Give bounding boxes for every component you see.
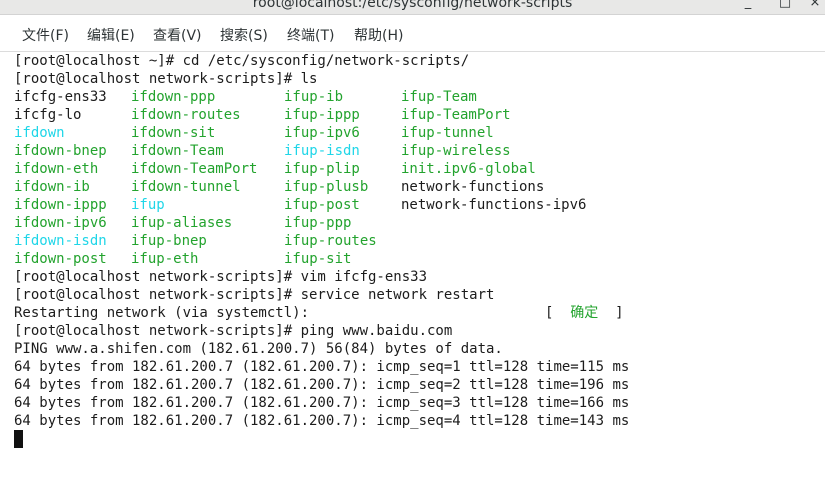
ls-entry: ifup-eth [131,251,199,267]
menu-search[interactable]: 搜索(S) [220,25,268,45]
status-close-bracket: ] [598,305,624,321]
terminal-window: Ee root@localhost:/etc/sysconfig/network… [0,0,825,504]
ls-entry: init.ipv6-global [401,161,536,177]
ls-entry: ifup-ipv6 [284,125,360,141]
status-open-bracket: [ [545,305,571,321]
ls-entry: ifup-post [284,197,360,213]
ls-entry: ifup-ib [284,89,344,105]
ls-entry: ifup-routes [284,233,377,249]
menu-bar: 文件(F) 编辑(E) 查看(V) 搜索(S) 终端(T) 帮助(H) [0,15,825,52]
ls-entry: ifcfg-ens33 [14,89,107,105]
ls-entry: ifup-isdn [284,143,360,159]
ls-entry: ifdown-eth [14,161,99,177]
ls-entry: ifup-ppp [284,215,352,231]
menu-help[interactable]: 帮助(H) [354,25,403,45]
ls-entry: ifup-Team [401,89,477,105]
ls-entry: ifdown-TeamPort [131,161,258,177]
ls-entry: ifdown-ippp [14,197,107,213]
window-title: root@localhost:/etc/sysconfig/network-sc… [252,0,573,11]
ls-entry: ifup-TeamPort [401,107,511,123]
status-ok-text: 确定 [570,305,599,321]
ls-entry: ifup-plusb [284,179,369,195]
minimize-button[interactable]: _ [738,0,758,12]
ls-entry: ifdown-bnep [14,143,107,159]
ls-entry: ifdown-tunnel [131,179,241,195]
ls-entry: ifup-wireless [401,143,511,159]
ls-entry: ifup-bnep [131,233,207,249]
ls-entry: ifup-ippp [284,107,360,123]
ls-entry: ifdown-ib [14,179,90,195]
maximize-button[interactable]: □ [775,0,795,12]
terminal-line: [root@localhost network-scripts]# ls [14,71,318,87]
ls-entry: ifdown-ppp [131,89,216,105]
ls-entry: ifdown [14,125,65,141]
ls-entry: ifdown-ipv6 [14,215,107,231]
menu-view[interactable]: 查看(V) [153,25,202,45]
terminal-line: 64 bytes from 182.61.200.7 (182.61.200.7… [14,359,630,375]
ls-entry: ifdown-routes [131,107,241,123]
terminal-line: Restarting network (via systemctl): [14,305,310,321]
menu-terminal[interactable]: 终端(T) [287,25,334,45]
terminal-line: PING www.a.shifen.com (182.61.200.7) 56(… [14,341,503,357]
ls-entry: ifup-tunnel [401,125,494,141]
ls-entry: ifup-sit [284,251,352,267]
ls-entry: ifdown-sit [131,125,216,141]
title-bar[interactable]: root@localhost:/etc/sysconfig/network-sc… [0,0,825,15]
ls-entry: network-functions-ipv6 [401,197,587,213]
terminal-line: 64 bytes from 182.61.200.7 (182.61.200.7… [14,377,630,393]
terminal-line: 64 bytes from 182.61.200.7 (182.61.200.7… [14,395,630,411]
ls-entry: ifup [131,197,165,213]
ls-entry: ifup-plip [284,161,360,177]
ls-entry: ifdown-post [14,251,107,267]
close-button[interactable]: × [805,0,825,12]
terminal-line: [root@localhost network-scripts]# servic… [14,287,495,303]
status-badge: [ 确定 ] [545,304,624,322]
terminal-line: [root@localhost network-scripts]# ping w… [14,323,453,339]
terminal-line: 64 bytes from 182.61.200.7 (182.61.200.7… [14,413,630,429]
ls-entry: ifdown-Team [131,143,224,159]
ls-entry: ifcfg-lo [14,107,82,123]
menu-edit[interactable]: 编辑(E) [87,25,135,45]
terminal-line: [root@localhost ~]# cd /etc/sysconfig/ne… [14,53,470,69]
ls-entry: ifup-aliases [131,215,233,231]
terminal-cursor [14,430,23,448]
menu-file[interactable]: 文件(F) [22,25,69,45]
ls-entry: network-functions [401,179,545,195]
terminal-line: [root@localhost network-scripts]# vim if… [14,269,428,285]
ls-entry: ifdown-isdn [14,233,107,249]
terminal-output[interactable]: [root@localhost ~]# cd /etc/sysconfig/ne… [0,52,825,504]
